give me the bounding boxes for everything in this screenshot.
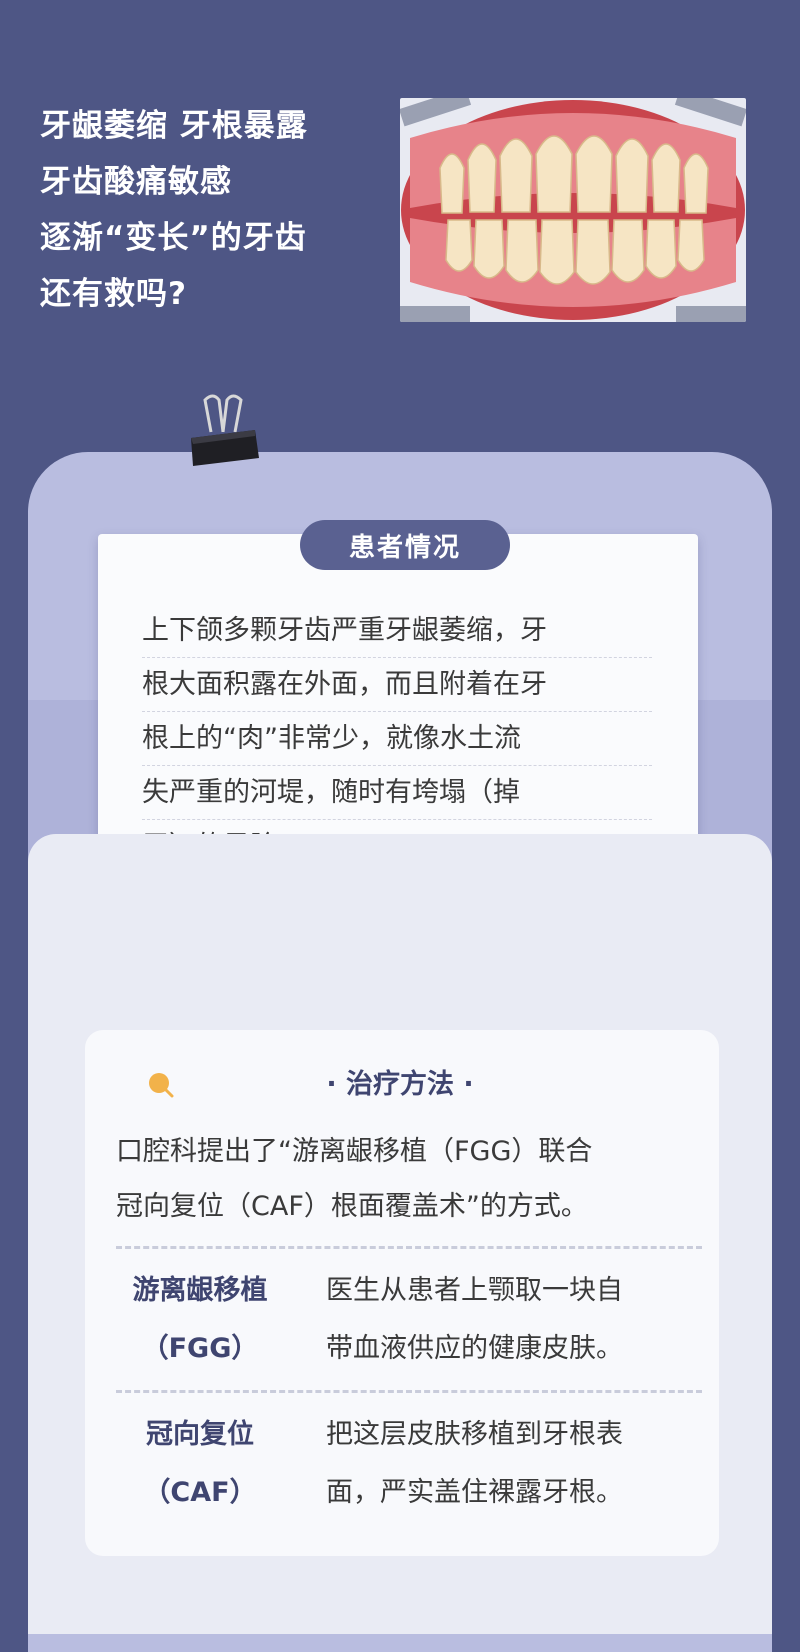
desc-line: 医生从患者上颚取一块自: [326, 1275, 623, 1306]
search-icon: [148, 1072, 174, 1098]
divider: [116, 1390, 702, 1393]
patient-line: 根大面积露在外面，而且附着在牙: [142, 658, 652, 712]
treatment-intro: 口腔科提出了“游离龈移植（FGG）联合 冠向复位（CAF）根面覆盖术”的方式。: [116, 1124, 716, 1234]
term-line: 游离龈移植: [132, 1275, 268, 1306]
term-fgg: 游离龈移植 （FGG）: [100, 1262, 300, 1378]
headline-line: 牙齿酸痛敏感: [40, 164, 232, 200]
treatment-intro-line: 口腔科提出了“游离龈移植（FGG）联合: [116, 1136, 593, 1167]
term-caf: 冠向复位 （CAF）: [100, 1406, 300, 1522]
patient-line: 失严重的河堤，随时有垮塌（掉: [142, 766, 652, 820]
treatment-intro-line: 冠向复位（CAF）根面覆盖术”的方式。: [116, 1191, 588, 1222]
desc-fgg: 医生从患者上颚取一块自 带血液供应的健康皮肤。: [326, 1262, 706, 1378]
binder-clip-icon: [183, 392, 263, 472]
headline-line: 还有救吗?: [40, 276, 187, 312]
patient-line: 上下颌多颗牙齿严重牙龈萎缩，牙: [142, 604, 652, 658]
headline-line: 牙龈萎缩 牙根暴露: [40, 108, 308, 144]
desc-line: 把这层皮肤移植到牙根表: [326, 1419, 623, 1450]
divider: [116, 1246, 702, 1249]
headline: 牙龈萎缩 牙根暴露 牙齿酸痛敏感 逐渐“变长”的牙齿 还有救吗?: [40, 98, 308, 322]
patient-badge: 患者情况: [300, 520, 510, 570]
desc-caf: 把这层皮肤移植到牙根表 面，严实盖住裸露牙根。: [326, 1406, 706, 1522]
term-line: （CAF）: [143, 1477, 257, 1508]
desc-line: 面，严实盖住裸露牙根。: [326, 1477, 623, 1508]
headline-line: 逐渐“变长”的牙齿: [40, 220, 307, 256]
treatment-title: · 治疗方法 ·: [326, 1069, 474, 1100]
desc-line: 带血液供应的健康皮肤。: [326, 1333, 623, 1364]
gum-recession-illustration: [400, 98, 746, 322]
term-line: 冠向复位: [146, 1419, 254, 1450]
patient-line: 根上的“肉”非常少，就像水土流: [142, 712, 652, 766]
term-line: （FGG）: [141, 1333, 259, 1364]
